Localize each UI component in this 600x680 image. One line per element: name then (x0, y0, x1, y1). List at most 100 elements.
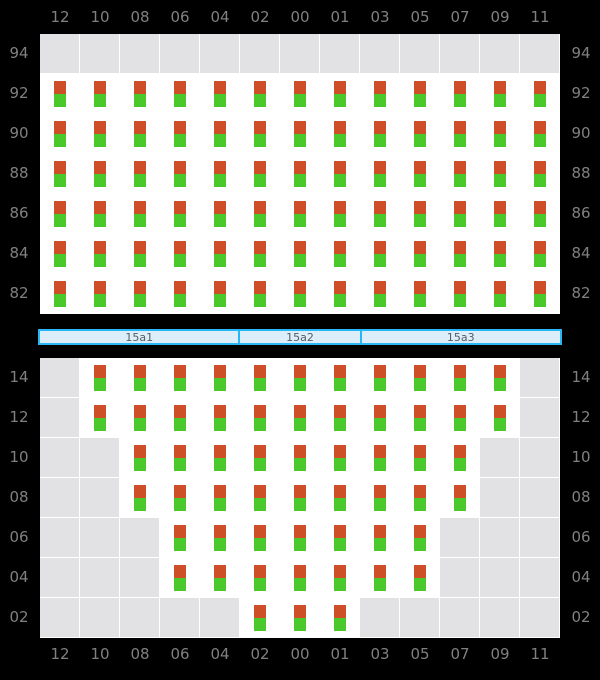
grid-cell-marker (440, 398, 480, 438)
grid-cell-marker (240, 274, 280, 314)
column-label-bottom-12: 12 (50, 645, 70, 663)
stacked-marker-icon (133, 485, 146, 511)
grid-cell-marker (120, 358, 160, 398)
grid-cell-empty (520, 598, 560, 638)
marker-top-square (453, 121, 466, 134)
stacked-marker-icon (333, 525, 346, 551)
marker-bottom-square (253, 458, 266, 471)
marker-top-square (293, 365, 306, 378)
marker-top-square (413, 445, 426, 458)
row-label-left-90: 90 (9, 124, 29, 142)
grid-cell-empty (520, 34, 560, 74)
marker-top-square (173, 81, 186, 94)
grid-cell-empty (240, 34, 280, 74)
row-label-right-14: 14 (571, 368, 591, 386)
stacked-marker-icon (333, 161, 346, 187)
marker-top-square (93, 81, 106, 94)
marker-bottom-square (293, 538, 306, 551)
marker-bottom-square (533, 214, 546, 227)
marker-top-square (413, 281, 426, 294)
grid-cell-marker (160, 398, 200, 438)
marker-bottom-square (173, 578, 186, 591)
marker-top-square (293, 201, 306, 214)
marker-bottom-square (413, 134, 426, 147)
marker-top-square (133, 281, 146, 294)
grid-cell-marker (120, 398, 160, 438)
marker-top-square (253, 81, 266, 94)
marker-top-square (293, 605, 306, 618)
stacked-marker-icon (333, 605, 346, 631)
column-label-top-00: 00 (290, 8, 310, 26)
marker-top-square (133, 121, 146, 134)
grid-cell-marker (400, 358, 440, 398)
marker-top-square (133, 365, 146, 378)
marker-bottom-square (373, 294, 386, 307)
row-label-left-84: 84 (9, 244, 29, 262)
grid-cell-marker (120, 234, 160, 274)
marker-bottom-square (373, 134, 386, 147)
panel-top (40, 34, 560, 314)
row-label-left-14: 14 (9, 368, 29, 386)
stacked-marker-icon (333, 565, 346, 591)
stacked-marker-icon (293, 485, 306, 511)
grid-cell-marker (320, 154, 360, 194)
marker-top-square (133, 405, 146, 418)
stacked-marker-icon (93, 121, 106, 147)
stacked-marker-icon (493, 241, 506, 267)
stacked-marker-icon (373, 525, 386, 551)
grid-cell-marker (400, 518, 440, 558)
marker-top-square (173, 161, 186, 174)
marker-bottom-square (453, 174, 466, 187)
grid-cell-marker (80, 274, 120, 314)
marker-bottom-square (133, 458, 146, 471)
stacked-marker-icon (413, 281, 426, 307)
marker-bottom-square (173, 538, 186, 551)
grid-cell-marker (360, 518, 400, 558)
stacked-marker-icon (453, 281, 466, 307)
group-band-15a3[interactable]: 15a3 (359, 329, 563, 345)
grid-cell-marker (200, 478, 240, 518)
stacked-marker-icon (213, 81, 226, 107)
marker-bottom-square (133, 214, 146, 227)
marker-top-square (253, 405, 266, 418)
marker-bottom-square (373, 458, 386, 471)
marker-bottom-square (413, 174, 426, 187)
marker-top-square (93, 365, 106, 378)
stacked-marker-icon (373, 445, 386, 471)
stacked-marker-icon (453, 405, 466, 431)
grid-cell-marker (120, 194, 160, 234)
stacked-marker-icon (333, 201, 346, 227)
column-label-top-02: 02 (250, 8, 270, 26)
stacked-marker-icon (173, 161, 186, 187)
stacked-marker-icon (533, 121, 546, 147)
grid-cell-marker (400, 234, 440, 274)
grid-cell-marker (120, 438, 160, 478)
marker-bottom-square (93, 214, 106, 227)
group-band-15a2[interactable]: 15a2 (238, 329, 362, 345)
marker-top-square (213, 525, 226, 538)
marker-top-square (53, 241, 66, 254)
marker-top-square (213, 565, 226, 578)
grid-cell-marker (440, 74, 480, 114)
row-label-left-12: 12 (9, 408, 29, 426)
stacked-marker-icon (373, 241, 386, 267)
stacked-marker-icon (133, 201, 146, 227)
row-label-right-06: 06 (571, 528, 591, 546)
grid-cell-marker (400, 478, 440, 518)
column-label-bottom-09: 09 (490, 645, 510, 663)
marker-bottom-square (413, 418, 426, 431)
marker-top-square (333, 485, 346, 498)
grid-cell-marker (440, 438, 480, 478)
group-band-15a1[interactable]: 15a1 (38, 329, 241, 345)
marker-top-square (53, 121, 66, 134)
marker-bottom-square (213, 498, 226, 511)
marker-top-square (453, 241, 466, 254)
grid-cell-empty (40, 438, 80, 478)
marker-top-square (133, 81, 146, 94)
marker-bottom-square (173, 498, 186, 511)
marker-bottom-square (413, 458, 426, 471)
marker-top-square (53, 201, 66, 214)
grid-cell-marker (280, 598, 320, 638)
grid-cell-empty (120, 558, 160, 598)
marker-bottom-square (253, 538, 266, 551)
